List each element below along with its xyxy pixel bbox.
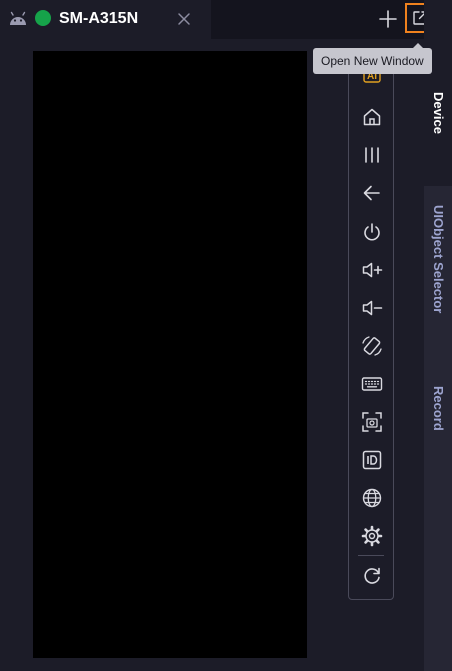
volume-down-icon[interactable] [361,297,383,319]
tab-device[interactable]: Device [424,92,452,134]
keyboard-icon[interactable] [361,373,383,395]
tab-bar: SM-A315N [0,0,452,39]
home-icon[interactable] [361,106,383,128]
device-panel: SM-A315N Open New Window AI Device UIObj… [0,0,452,671]
tooltip: Open New Window [313,43,432,74]
screenshot-icon[interactable] [361,411,383,433]
connection-status-dot [35,10,51,26]
rotate-icon[interactable] [361,335,383,357]
tab-uiobject-selector[interactable]: UIObject Selector [424,205,452,313]
back-icon[interactable] [361,182,383,204]
globe-icon[interactable] [361,487,383,509]
device-name: SM-A315N [59,10,139,27]
plus-icon[interactable] [378,9,398,29]
toolbar-divider [358,555,384,556]
gear-icon[interactable] [361,525,383,547]
device-screen[interactable] [33,51,307,658]
volume-up-icon[interactable] [361,259,383,281]
device-control-toolbar: AI [348,60,394,600]
recent-apps-icon[interactable] [361,144,383,166]
tab-record[interactable]: Record [424,386,452,431]
device-tab[interactable]: SM-A315N [0,0,211,39]
refresh-icon[interactable] [361,565,383,587]
android-icon [8,11,28,27]
close-icon[interactable] [175,10,193,28]
power-icon[interactable] [361,221,383,243]
id-icon[interactable] [361,449,383,471]
